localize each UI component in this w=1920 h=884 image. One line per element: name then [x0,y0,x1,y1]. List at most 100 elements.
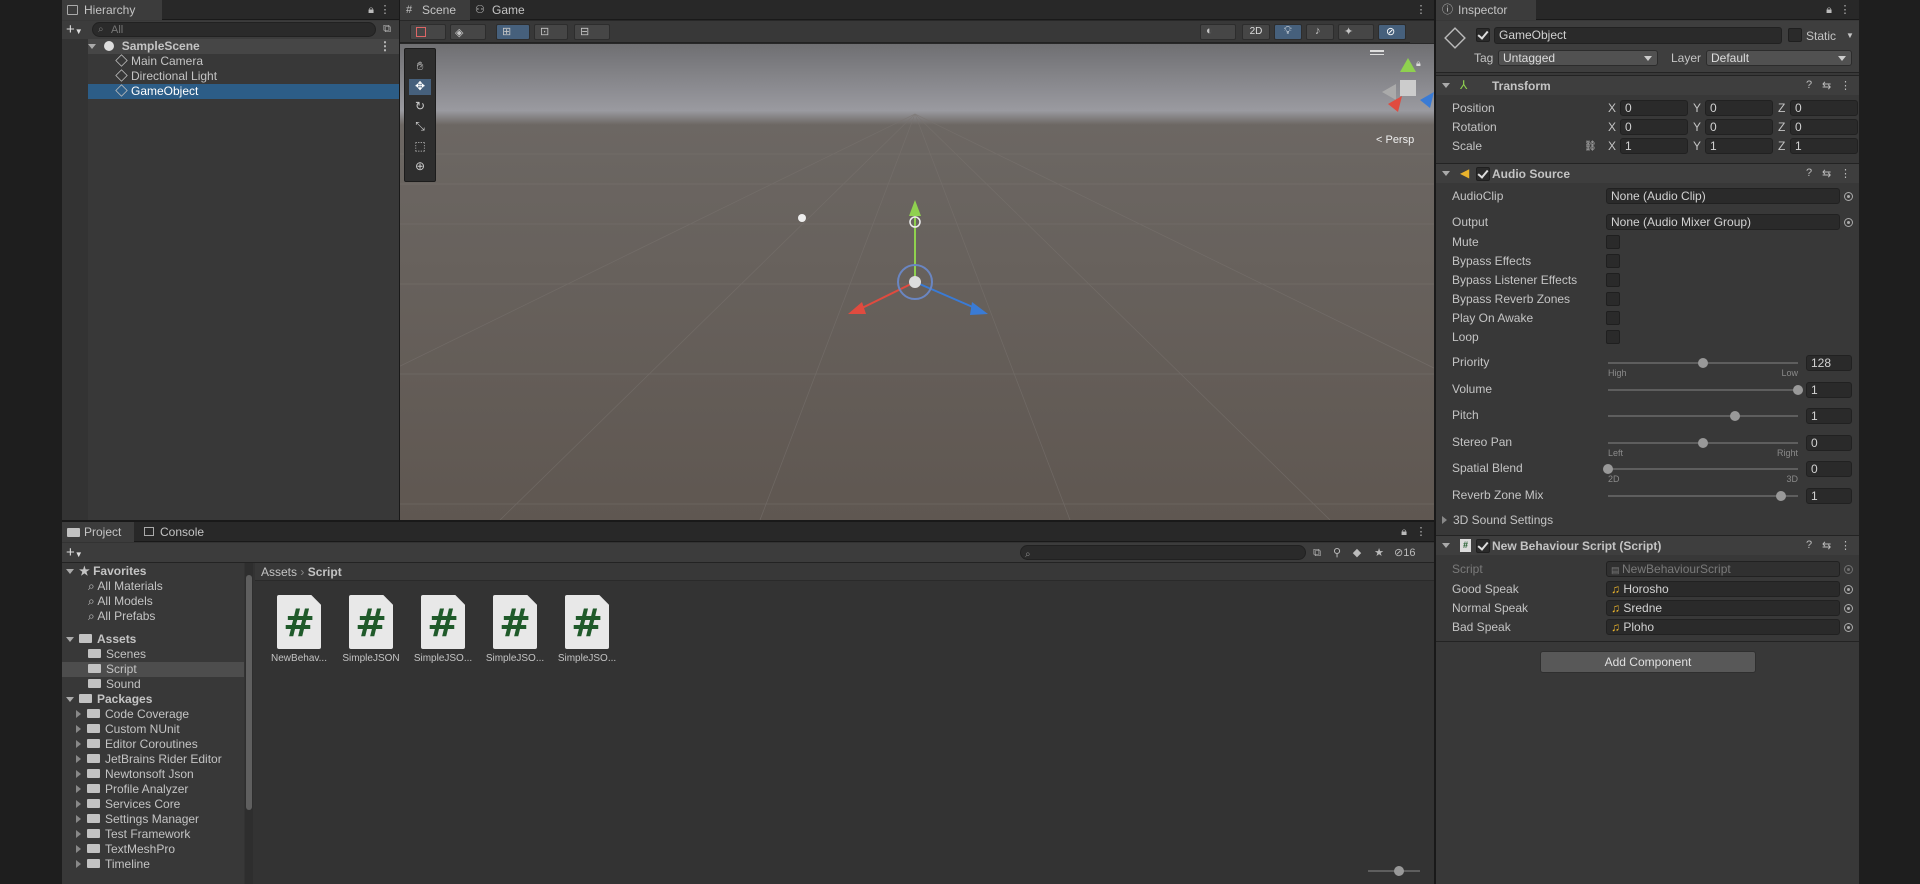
package-item[interactable]: Services Core [76,797,180,812]
tree-scrollbar[interactable] [245,563,253,884]
hidden-packages-icon[interactable]: ⊘16 [1394,546,1428,560]
layer-dropdown[interactable]: Default [1706,50,1852,66]
expand-arrow-icon[interactable] [76,800,81,808]
transform-header[interactable]: ⅄ Transform ? ⇆ ⋮ [1436,75,1859,95]
component-menu-icon[interactable]: ⋮ [1840,79,1851,92]
axis-z-label[interactable]: Z [1778,139,1785,154]
expand-arrow-icon[interactable] [76,710,81,718]
effects-button[interactable]: ✦ [1338,24,1374,40]
axis-x-label[interactable]: X [1608,101,1616,116]
tag-icon[interactable]: ◆ [1350,546,1364,560]
slider-value-field[interactable]: 0 [1806,434,1852,451]
scrollbar-thumb[interactable] [246,575,252,810]
asset-folder-script[interactable]: Script [62,662,244,677]
more-icon[interactable]: ⋮ [1414,525,1428,539]
toggle-checkbox[interactable] [1606,330,1620,344]
package-item[interactable]: Profile Analyzer [76,782,188,797]
object-picker-icon[interactable] [1844,585,1853,594]
tag-dropdown[interactable]: Untagged [1498,50,1658,66]
package-item[interactable]: Custom NUnit [76,722,180,737]
gizmo-orientation-button[interactable]: ◐ [1200,24,1236,40]
expand-arrow-icon[interactable] [76,815,81,823]
scale-tool-icon[interactable]: ⤡ [409,119,431,135]
script-asset[interactable]: # SimpleJSO... [485,595,545,664]
slider-knob[interactable] [1603,464,1613,474]
hand-tool-icon[interactable]: ✋︎ [409,59,431,75]
script-header[interactable]: # New Behaviour Script (Script) ? ⇆ ⋮ [1436,535,1859,555]
gameobject-large-icon[interactable] [1444,27,1466,49]
transform-z-field[interactable]: 0 [1790,119,1858,135]
expand-arrow-icon[interactable] [76,830,81,838]
script-asset[interactable]: # SimpleJSON [341,595,401,664]
audioclip-field[interactable]: None (Audio Clip) [1606,188,1840,204]
object-picker-icon[interactable] [1844,623,1853,632]
output-field[interactable]: None (Audio Mixer Group) [1606,214,1840,230]
slider-knob[interactable] [1793,384,1803,395]
expand-arrow-icon[interactable] [76,755,81,763]
slider-knob[interactable] [1775,490,1786,501]
package-item[interactable]: Test Framework [76,827,190,842]
object-picker-icon[interactable] [1844,604,1853,613]
package-item[interactable]: Code Coverage [76,707,189,722]
favorite-item[interactable]: ⌕ All Models [88,594,153,609]
expand-arrow-icon[interactable] [88,44,96,49]
audio-clip-field[interactable]: ♫ Ploho [1606,619,1840,635]
object-name-field[interactable]: GameObject [1494,27,1782,44]
audio-clip-field[interactable]: ♫ Horosho [1606,581,1840,597]
slider-track[interactable] [1608,494,1798,497]
search-by-label-icon[interactable]: ⚲ [1330,546,1344,560]
asset-folder-scenes[interactable]: Scenes [88,647,146,662]
axis-z-label[interactable]: Z [1778,120,1785,135]
transform-z-field[interactable]: 0 [1790,100,1858,116]
search-by-type-icon[interactable]: ⧉ [1310,546,1324,560]
expand-arrow-icon[interactable] [76,725,81,733]
hierarchy-item-directional-light[interactable]: Directional Light [115,69,217,84]
create-button[interactable]: +▼ [66,22,88,37]
scene-search-icon[interactable]: ⧉ [380,22,394,36]
more-icon[interactable]: ⋮ [1838,3,1852,17]
help-icon[interactable]: ? [1806,79,1812,91]
hierarchy-search-input[interactable]: ⌕ All [92,22,376,37]
slider-value-field[interactable]: 1 [1806,487,1852,504]
object-picker-icon[interactable] [1844,218,1853,227]
more-icon[interactable]: ⋮ [378,3,392,17]
script-enabled-checkbox[interactable] [1476,539,1490,553]
zoom-slider[interactable] [1368,866,1420,876]
script-asset[interactable]: # NewBehav... [269,595,329,664]
help-icon[interactable]: ? [1806,167,1812,179]
object-picker-icon[interactable] [1844,192,1853,201]
light-gizmo-icon[interactable] [798,214,806,222]
slider-value-field[interactable]: 0 [1806,461,1852,477]
slider-track[interactable] [1608,468,1798,470]
lighting-toggle-button[interactable]: 💡︎ [1274,24,1302,40]
static-checkbox[interactable] [1788,28,1802,42]
package-item[interactable]: JetBrains Rider Editor [76,752,222,767]
asset-folder-sound[interactable]: Sound [88,677,141,692]
slider-track[interactable] [1608,415,1798,417]
transform-z-field[interactable]: 1 [1790,138,1858,154]
add-component-button[interactable]: Add Component [1540,651,1756,673]
transform-x-field[interactable]: 1 [1620,138,1688,154]
toggle-checkbox[interactable] [1606,235,1620,249]
packages-header[interactable]: Packages [66,692,152,707]
expand-arrow-icon[interactable] [76,845,81,853]
expand-arrow-icon[interactable] [76,860,81,868]
draw-mode-button[interactable] [410,24,446,40]
audio-source-enabled-checkbox[interactable] [1476,167,1490,181]
rotate-tool-icon[interactable]: ↻ [409,99,431,115]
axis-z-label[interactable]: Z [1778,101,1785,116]
slider-knob[interactable] [1730,411,1741,421]
expand-arrow-icon[interactable] [76,740,81,748]
axis-y-label[interactable]: Y [1693,139,1701,154]
slider-value-field[interactable]: 1 [1806,381,1852,398]
package-item[interactable]: TextMeshPro [76,842,175,857]
transform-tool-icon[interactable]: ⊕ [409,159,431,175]
slider-value-field[interactable]: 1 [1806,408,1852,424]
more-icon[interactable]: ⋮ [1414,3,1428,17]
assets-header[interactable]: Assets [66,632,136,647]
move-tool-icon[interactable]: ✥ [409,79,431,95]
audio-toggle-button[interactable]: ♪ [1306,24,1334,40]
expand-arrow-icon[interactable] [76,770,81,778]
tab-game[interactable]: ⚇ Game [470,0,530,20]
3d-sound-settings-foldout[interactable]: 3D Sound Settings [1442,513,1553,528]
